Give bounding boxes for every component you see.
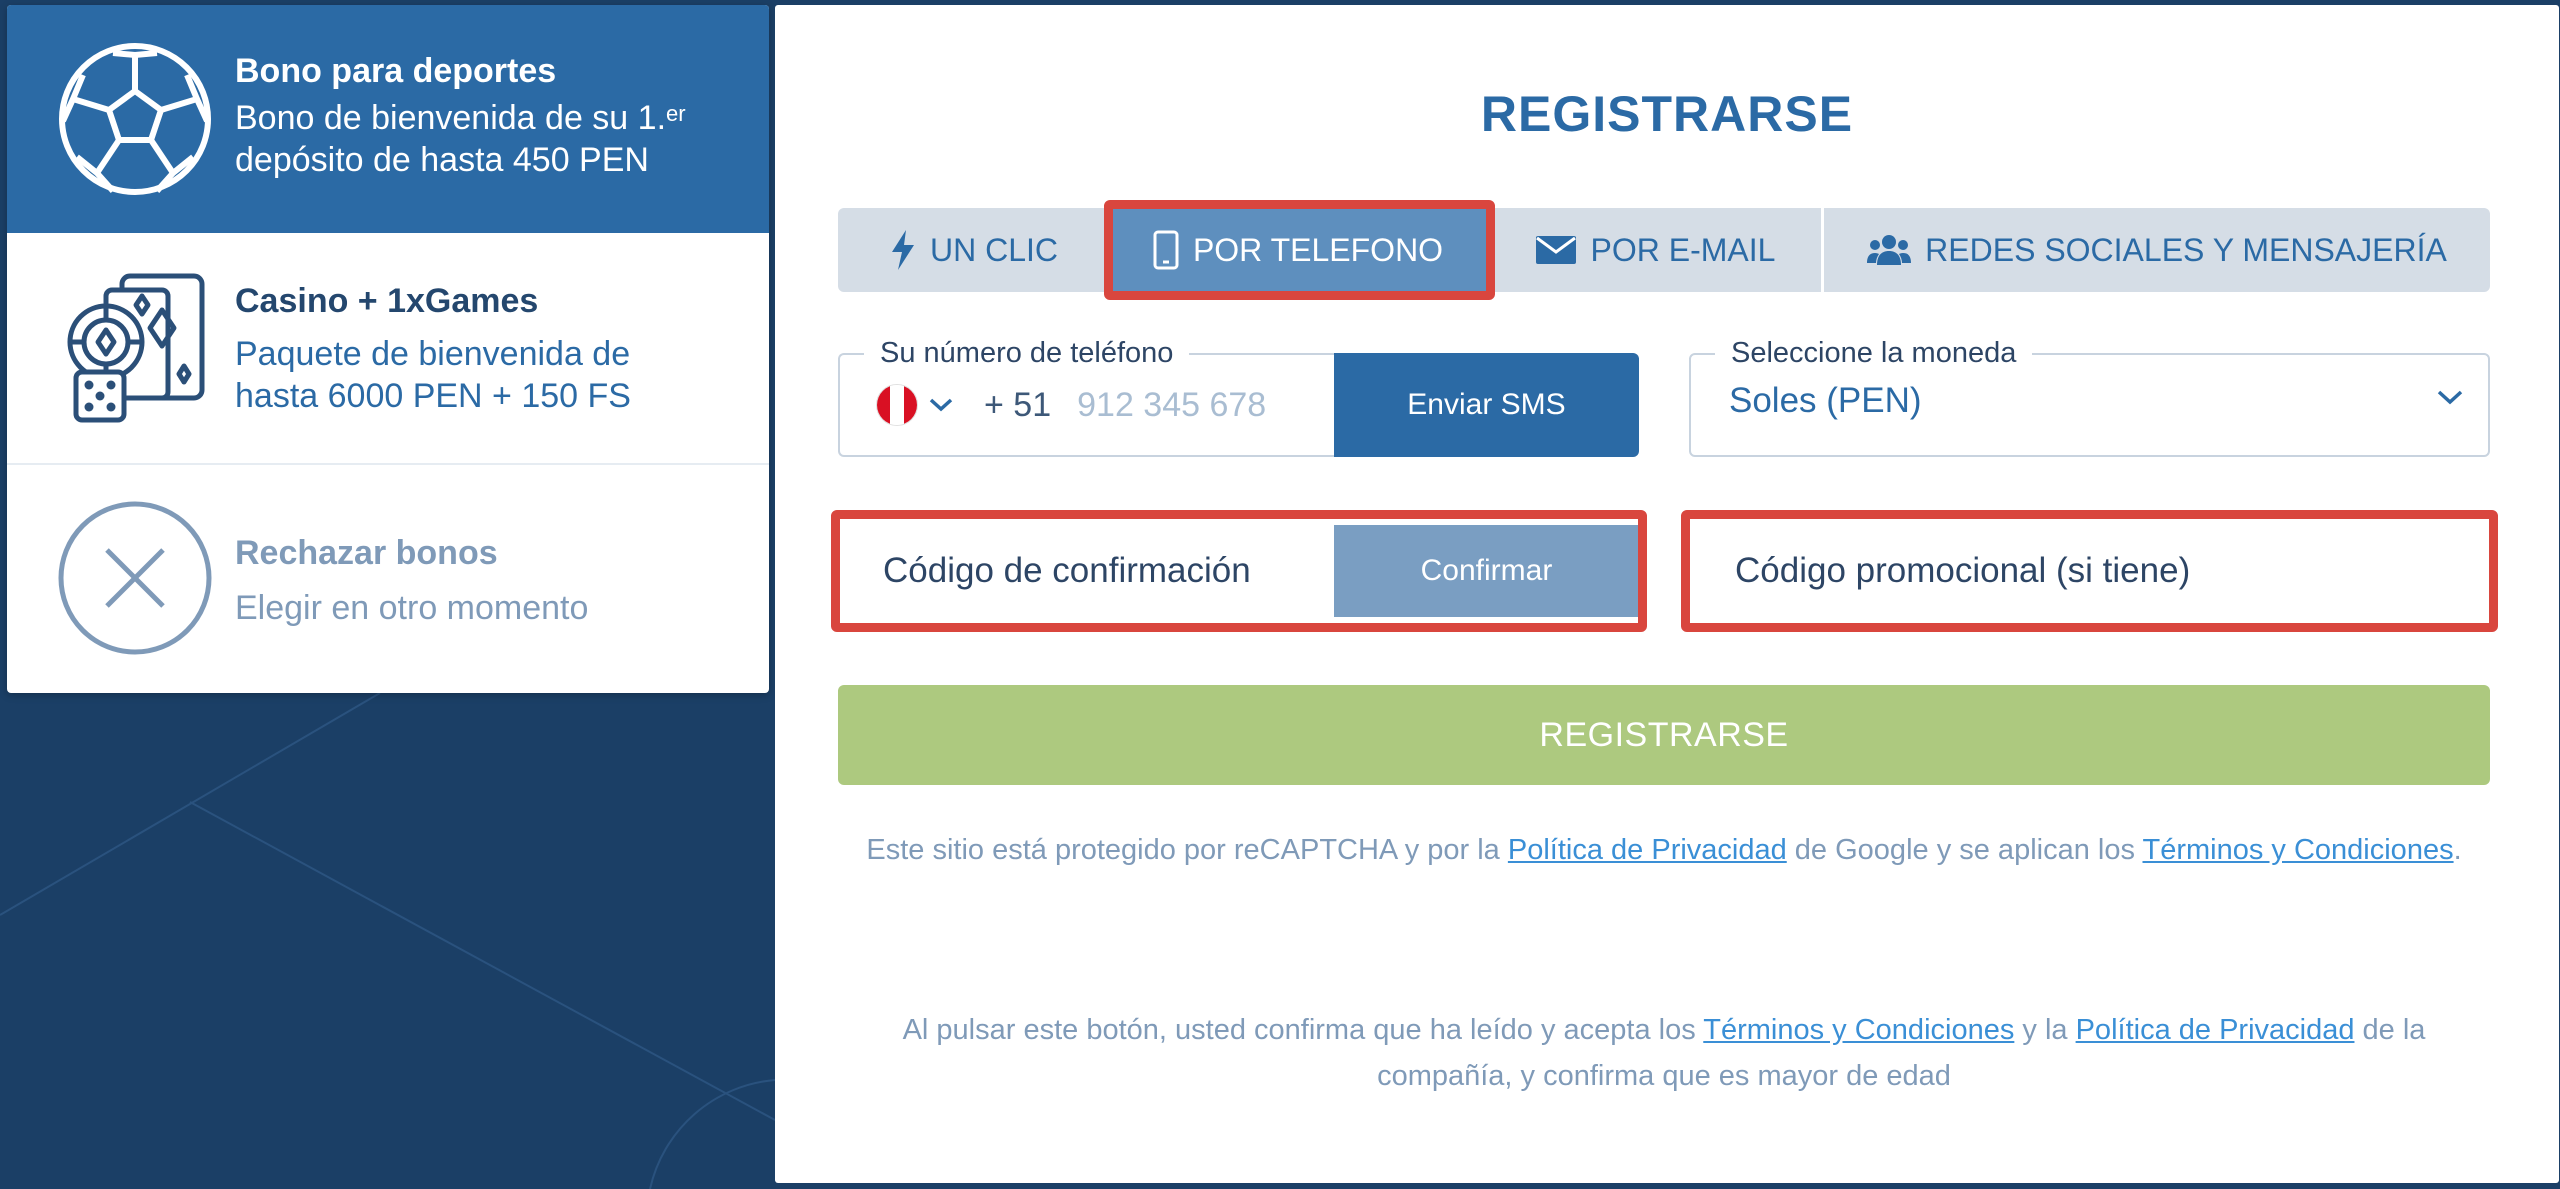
register-button[interactable]: REGISTRARSE <box>838 685 2490 785</box>
users-icon <box>1867 235 1912 265</box>
lightning-icon <box>891 230 914 270</box>
legal-text: Al pulsar este botón, usted confirma que… <box>902 1014 1704 1046</box>
bonus-desc: Paquete de bienvenida de <box>235 335 631 373</box>
envelope-icon <box>1535 236 1576 264</box>
consent-notice: Al pulsar este botón, usted confirma que… <box>838 1007 2490 1099</box>
bonus-title: Bono para deportes <box>235 52 557 90</box>
form-title: REGISTRARSE <box>1480 86 1854 142</box>
legal-text: . <box>2453 834 2462 866</box>
confirm-button[interactable]: Confirmar <box>1334 525 1639 617</box>
soccer-ball-icon <box>55 39 215 199</box>
peru-flag-icon[interactable] <box>876 384 918 426</box>
chevron-down-icon <box>2437 390 2463 405</box>
bonus-option-casino[interactable]: Casino + 1xGames Paquete de bienvenida d… <box>7 233 769 463</box>
privacy-policy-link[interactable]: Política de Privacidad <box>1508 834 1787 866</box>
tab-social[interactable]: REDES SOCIALES Y MENSAJERÍA <box>1824 208 2490 292</box>
tab-label: POR TELEFONO <box>1192 231 1444 268</box>
registration-tabs: UN CLIC POR TELEFONO POR E-MAIL REDES SO… <box>838 208 2490 292</box>
bonus-option-sports[interactable]: Bono para deportes Bono de bienvenida de… <box>7 5 769 233</box>
tab-phone[interactable]: POR TELEFONO <box>1110 208 1486 292</box>
tab-label: POR E-MAIL <box>1590 231 1776 268</box>
close-circle-icon <box>55 498 215 658</box>
tab-one-click[interactable]: UN CLIC <box>838 208 1110 292</box>
tab-email[interactable]: POR E-MAIL <box>1489 208 1821 292</box>
currency-label: Seleccione la moneda <box>1715 337 2033 369</box>
country-code: + 51 <box>984 385 1052 424</box>
terms-link[interactable]: Términos y Condiciones <box>1703 1014 2014 1046</box>
ordinal-suffix: er <box>666 101 686 126</box>
legal-text: de Google y se aplican los <box>1786 834 2143 866</box>
tab-label: UN CLIC <box>929 231 1058 268</box>
phone-field: Su número de teléfono + 51 912 345 678 <box>838 337 1338 457</box>
bonus-desc: hasta 6000 PEN + 150 FS <box>235 377 631 415</box>
promo-code-input[interactable]: Código promocional (si tiene) <box>1697 525 2482 617</box>
bonus-title: Rechazar bonos <box>235 534 498 572</box>
tab-label: REDES SOCIALES Y MENSAJERÍA <box>1925 231 2447 268</box>
recaptcha-notice: Este sitio está protegido por reCAPTCHA … <box>838 827 2490 873</box>
bonus-desc: depósito de hasta 450 PEN <box>235 141 649 179</box>
legal-text: y la <box>2014 1014 2076 1046</box>
terms-link[interactable]: Términos y Condiciones <box>2143 834 2454 866</box>
currency-select[interactable]: Seleccione la moneda Soles (PEN) <box>1689 337 2490 457</box>
registration-form: REGISTRARSE UN CLIC POR TELEFONO POR E-M… <box>775 5 2559 1183</box>
bonus-title: Casino + 1xGames <box>235 282 539 320</box>
currency-value: Soles (PEN) <box>1729 381 1922 420</box>
casino-cards-icon <box>55 268 215 428</box>
phone-icon <box>1153 230 1179 270</box>
confirmation-code-input[interactable]: Código de confirmación <box>845 525 1345 617</box>
phone-input[interactable]: 912 345 678 <box>1077 386 1266 425</box>
chevron-down-icon[interactable] <box>928 397 954 413</box>
send-sms-button[interactable]: Enviar SMS <box>1334 353 1639 457</box>
bonus-panel: Bono para deportes Bono de bienvenida de… <box>7 5 769 693</box>
bonus-option-reject[interactable]: Rechazar bonos Elegir en otro momento <box>7 465 769 693</box>
bonus-desc: Bono de bienvenida de su 1. <box>235 99 667 137</box>
legal-text: Este sitio está protegido por reCAPTCHA … <box>866 834 1508 866</box>
bonus-desc: Elegir en otro momento <box>235 589 589 627</box>
privacy-policy-link[interactable]: Política de Privacidad <box>2076 1014 2355 1046</box>
